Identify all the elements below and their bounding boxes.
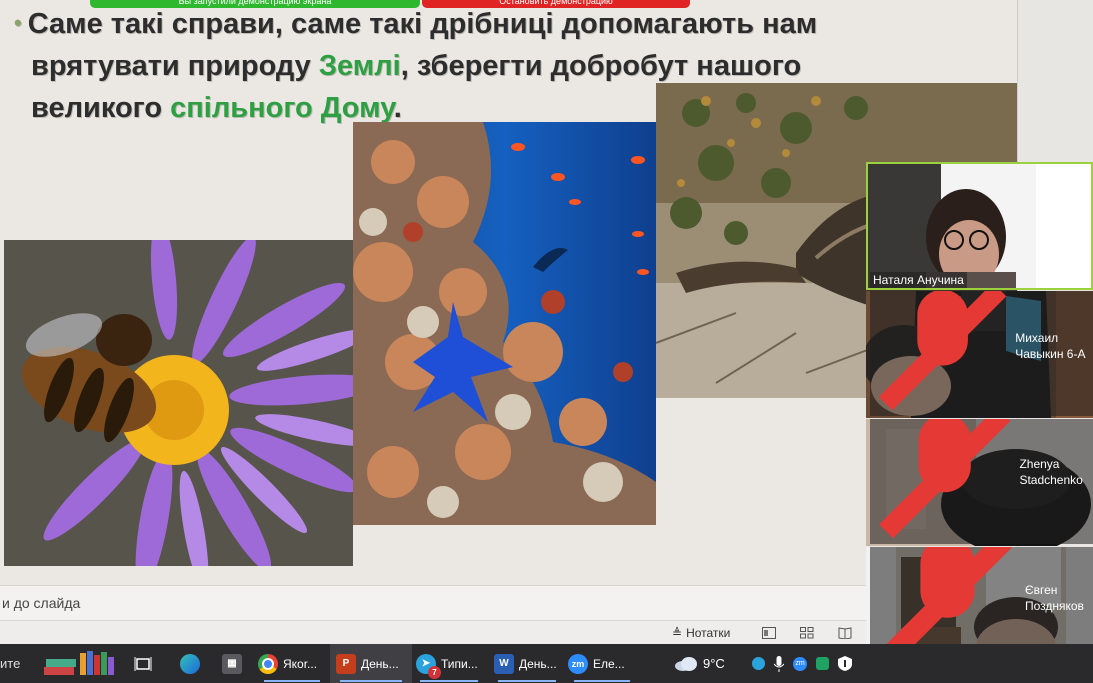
participant-tile[interactable]: Zhenya Stadchenko	[866, 419, 1093, 546]
notes-icon: ≜	[672, 626, 683, 640]
participant-name: Михаил Чавыкин 6-А	[870, 291, 1093, 416]
edge-icon	[180, 653, 200, 674]
task-view-button[interactable]	[130, 644, 156, 683]
participant-name: Zhenya Stadchenko	[870, 419, 1093, 544]
grid-icon	[800, 627, 814, 639]
telegram-icon: ➤ 7	[416, 653, 441, 679]
zoom-tray-icon[interactable]: zm	[793, 656, 807, 671]
edge-button[interactable]	[176, 644, 204, 683]
muted-mic-icon	[878, 291, 1007, 411]
shield-icon[interactable]	[838, 656, 852, 671]
microphone-icon[interactable]	[774, 655, 784, 672]
cloud-icon	[675, 656, 697, 671]
muted-mic-icon	[879, 419, 1011, 538]
taskbar-app-word[interactable]: W День...	[488, 644, 566, 683]
chrome-icon	[258, 653, 278, 674]
notes-pane[interactable]: и до слайда	[0, 585, 868, 621]
app-tray-icon[interactable]	[816, 657, 829, 670]
calculator-button[interactable]: ▦	[218, 644, 246, 683]
slide-highlight-home: спільного Дому	[170, 92, 394, 124]
participant-video	[866, 162, 1093, 290]
book-icon	[838, 627, 852, 639]
slide-line-2a: врятувати природу	[31, 50, 319, 82]
slide-highlight-earth: Землі	[318, 50, 401, 82]
slide-line-2b: , зберегти добробут нашого	[400, 50, 802, 82]
participant-name: Наталя Анучина	[870, 272, 967, 288]
powerpoint-icon: P	[336, 653, 356, 674]
taskbar-app-powerpoint[interactable]: P День...	[330, 644, 412, 683]
slide-line-1: Саме такі справи, саме такі дрібниці доп…	[27, 8, 818, 40]
bee-flower-photo[interactable]	[4, 240, 353, 566]
participant-tile[interactable]: Наталя Анучина	[866, 162, 1093, 290]
calculator-icon: ▦	[222, 653, 242, 674]
word-icon: W	[494, 653, 514, 674]
notes-placeholder: и до слайда	[2, 595, 81, 611]
telegram-tray-icon[interactable]	[752, 657, 765, 670]
books-icon	[44, 650, 114, 675]
weather-widget[interactable]: 9°C	[670, 644, 736, 683]
taskbar-app-telegram[interactable]: ➤ 7 Типи...	[410, 644, 488, 683]
books-widget[interactable]	[42, 644, 120, 683]
slide-line-3a: великого	[31, 92, 171, 124]
search-box[interactable]: ите	[0, 644, 40, 683]
participant-tile[interactable]: Михаил Чавыкин 6-А	[866, 291, 1093, 418]
taskbar-app-zoom[interactable]: zm Еле...	[564, 644, 640, 683]
system-tray[interactable]: zm	[748, 644, 870, 683]
normal-view-icon	[762, 627, 776, 639]
coral-reef-photo[interactable]	[353, 122, 656, 525]
normal-view-button[interactable]	[758, 624, 780, 642]
slide-line-3b: .	[393, 92, 402, 124]
notes-toggle-label: Нотатки	[686, 626, 731, 640]
slide-sorter-button[interactable]	[796, 624, 818, 642]
taskbar: ите ▦ Якоr... P День... ➤ 7 Типи... W Ден…	[0, 644, 1093, 683]
reading-view-button[interactable]	[834, 624, 856, 642]
task-view-icon	[134, 656, 152, 671]
notification-badge: 7	[428, 665, 441, 679]
status-bar: ≜ Нотатки	[0, 620, 868, 645]
notes-toggle-button[interactable]: ≜ Нотатки	[668, 624, 734, 642]
bullet-marker: •	[14, 10, 22, 35]
taskbar-app-chrome[interactable]: Якоr...	[254, 644, 330, 683]
zoom-icon: zm	[568, 653, 588, 674]
